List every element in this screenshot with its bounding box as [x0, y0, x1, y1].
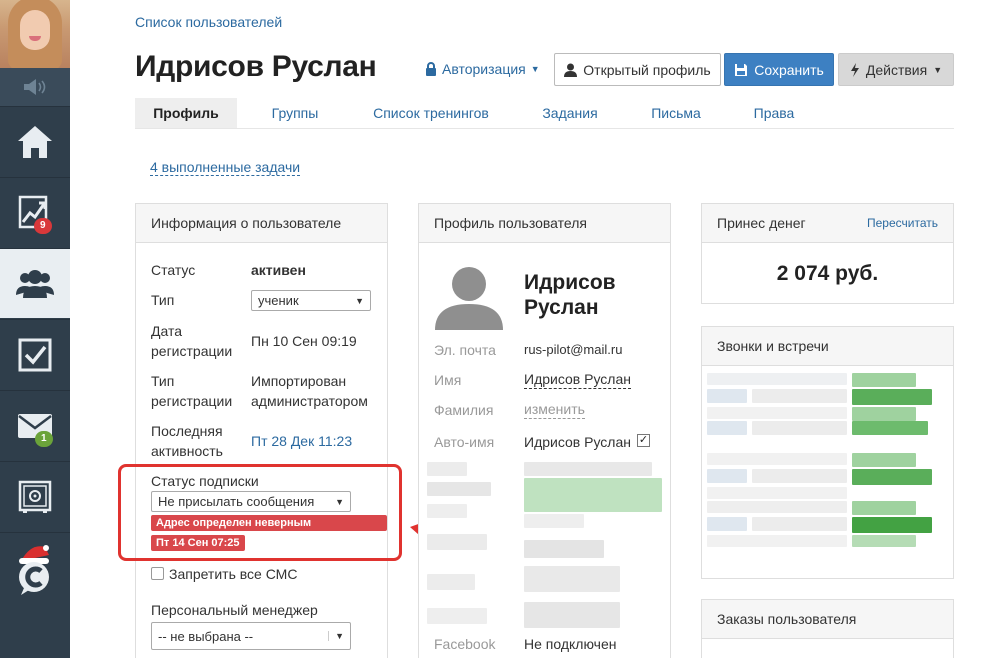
panel-title: Заказы пользователя	[717, 611, 857, 627]
reg-date-label-1: Дата	[151, 323, 183, 339]
actions-label: Действия	[865, 61, 928, 78]
tab-profile[interactable]: Профиль	[135, 98, 237, 128]
authorization-dropdown[interactable]: Авторизация ▼	[425, 61, 540, 77]
manager-select[interactable]: -- не выбрана -- ▼	[151, 622, 351, 650]
email-label: Эл. почта	[434, 342, 496, 358]
calls-panel: Звонки и встречи	[701, 326, 954, 579]
stats-badge: 9	[34, 218, 52, 234]
status-value: активен	[251, 262, 306, 278]
facebook-value: Не подключен	[524, 636, 617, 652]
calls-panel-head: Звонки и встречи	[702, 327, 953, 366]
save-button[interactable]: Сохранить	[724, 53, 834, 86]
tab-letters[interactable]: Письма	[641, 98, 711, 128]
nav-tasks[interactable]	[0, 319, 70, 389]
last-name-edit-link[interactable]: изменить	[524, 400, 585, 419]
user-info-panel: Информация о пользователе Статус активен…	[135, 203, 388, 658]
users-icon	[16, 269, 54, 298]
open-profile-button[interactable]: Открытый профиль	[554, 53, 721, 86]
last-name-label: Фамилия	[434, 402, 494, 418]
type-label: Тип	[151, 292, 175, 308]
last-activity-value[interactable]: Пт 28 Дек 11:23	[251, 431, 352, 451]
open-profile-label: Открытый профиль	[583, 61, 711, 78]
last-activity-label-1: Последняя	[151, 423, 223, 439]
panel-title: Профиль пользователя	[434, 215, 587, 231]
nav-statistics[interactable]: 9	[0, 177, 70, 247]
mail-badge: 1	[35, 431, 53, 447]
facebook-label: Facebook	[434, 636, 496, 652]
santa-hat-logo-icon	[19, 544, 49, 595]
reg-date-value: Пн 10 Сен 09:19	[251, 333, 357, 349]
breadcrumb[interactable]: Список пользователей	[135, 14, 282, 30]
type-select[interactable]: ученик ▼	[251, 290, 371, 311]
select-arrow-icon: ▼	[355, 295, 364, 306]
money-panel-head: Принес денег Пересчитать	[702, 204, 953, 243]
sound-toggle[interactable]	[0, 68, 70, 106]
user-profile-panel: Профиль пользователя Идрисов Руслан Эл. …	[418, 203, 671, 658]
status-label: Статус	[151, 262, 196, 278]
nav-mail[interactable]: 1	[0, 390, 70, 460]
profile-panel-head: Профиль пользователя	[419, 204, 670, 243]
first-name-label: Имя	[434, 372, 462, 388]
first-name-value[interactable]: Идрисов Руслан	[524, 370, 631, 389]
auto-name-value: Идрисов Руслан	[524, 434, 631, 450]
completed-tasks-link[interactable]: 4 выполненные задачи	[150, 159, 301, 176]
page-title: Идрисов Руслан	[135, 50, 377, 83]
caret-down-icon: ▼	[530, 64, 540, 74]
sidebar: 9 1	[0, 0, 70, 658]
save-label: Сохранить	[754, 61, 824, 78]
select-arrow-icon: ▼	[328, 631, 344, 641]
recalculate-link[interactable]: Пересчитать	[867, 216, 938, 230]
authorization-label: Авторизация	[442, 61, 526, 77]
tab-rights[interactable]: Права	[745, 98, 803, 128]
tab-bar: Профиль Группы Список тренингов Задания …	[135, 98, 954, 129]
manager-select-value: -- не выбрана --	[158, 628, 254, 644]
manager-label: Персональный менеджер	[151, 602, 318, 618]
nav-safe[interactable]	[0, 461, 70, 531]
tab-trainings[interactable]: Список тренингов	[363, 98, 499, 128]
panel-title: Информация о пользователе	[151, 215, 342, 231]
block-sms-label: Запретить все СМС	[169, 566, 298, 582]
money-panel: Принес денег Пересчитать 2 074 руб.	[701, 203, 954, 304]
safe-icon	[18, 480, 52, 513]
nav-brand[interactable]	[0, 532, 70, 600]
floppy-icon	[735, 63, 748, 76]
home-icon	[18, 125, 52, 158]
nav-home[interactable]	[0, 106, 70, 176]
orders-panel-head: Заказы пользователя	[702, 600, 953, 639]
money-amount: 2 074 руб.	[776, 262, 879, 285]
highlight-box	[118, 464, 402, 561]
profile-name-2: Руслан	[524, 296, 599, 319]
last-activity-label-2: активность	[151, 443, 223, 459]
lock-icon	[426, 62, 436, 76]
reg-type-value-2: администратором	[251, 393, 368, 409]
checkbox-icon	[18, 338, 52, 371]
speaker-icon	[24, 79, 46, 95]
tab-tasks[interactable]: Задания	[533, 98, 607, 128]
user-silhouette-icon	[435, 267, 503, 330]
reg-date-label-2: регистрации	[151, 343, 233, 359]
avatar[interactable]	[0, 0, 70, 68]
caret-down-icon: ▼	[933, 64, 943, 75]
reg-type-value-1: Импортирован	[251, 373, 347, 389]
profile-name-1: Идрисов	[524, 271, 616, 294]
type-select-value: ученик	[258, 293, 299, 308]
user-icon	[564, 63, 578, 77]
panel-title: Звонки и встречи	[717, 338, 829, 354]
tab-groups[interactable]: Группы	[257, 98, 333, 128]
panel-title: Принес денег	[717, 215, 806, 231]
auto-name-label: Авто-имя	[434, 434, 495, 450]
email-value: rus-pilot@mail.ru	[524, 342, 623, 357]
actions-dropdown[interactable]: Действия ▼	[838, 53, 954, 86]
lightning-icon	[850, 62, 859, 77]
auto-name-checkbox[interactable]: ✓	[637, 434, 650, 447]
reg-type-label-1: Тип	[151, 373, 175, 389]
block-sms-checkbox[interactable]	[151, 567, 164, 580]
nav-users[interactable]	[0, 248, 70, 318]
orders-panel: Заказы пользователя	[701, 599, 954, 658]
reg-type-label-2: регистрации	[151, 393, 233, 409]
user-info-title: Информация о пользователе	[136, 204, 387, 243]
